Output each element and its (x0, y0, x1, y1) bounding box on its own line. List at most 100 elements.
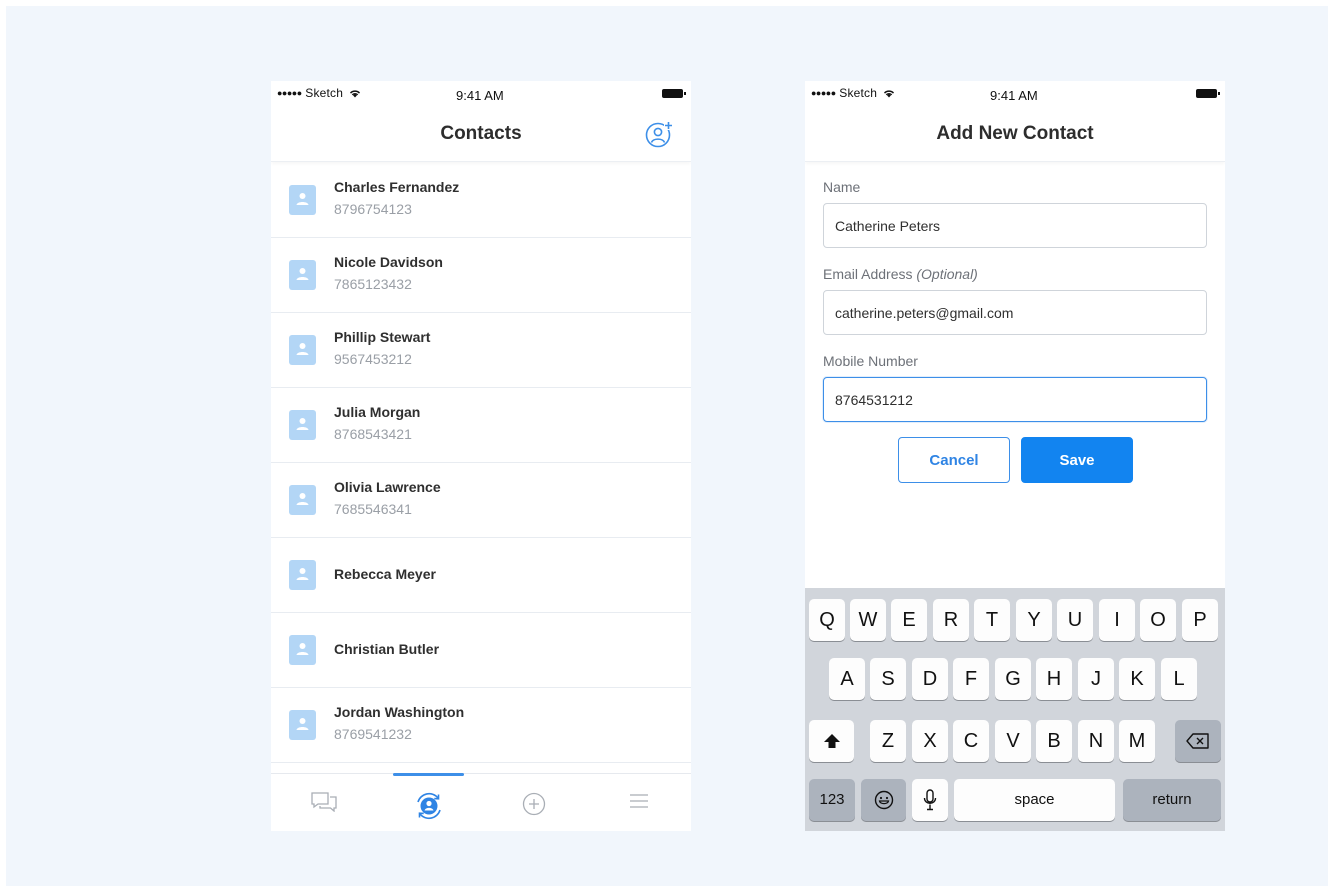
avatar (289, 635, 316, 665)
list-item[interactable]: Rebecca Meyer (271, 538, 691, 613)
email-field[interactable] (823, 290, 1207, 335)
shift-key[interactable] (809, 720, 854, 762)
tab-menu[interactable] (586, 774, 691, 831)
list-item[interactable]: Phillip Stewart 9567453212 (271, 313, 691, 388)
tab-add[interactable] (481, 774, 586, 831)
key-h[interactable]: H (1036, 658, 1072, 700)
key-y[interactable]: Y (1016, 599, 1052, 641)
carrier-name: Sketch (305, 86, 344, 100)
cancel-button[interactable]: Cancel (898, 437, 1010, 483)
list-item[interactable]: Julia Morgan 8768543421 (271, 388, 691, 463)
contact-name: Nicole Davidson (334, 254, 443, 270)
wifi-icon (883, 90, 894, 98)
list-item[interactable]: Olivia Lawrence 7685546341 (271, 463, 691, 538)
tab-contacts[interactable] (376, 773, 481, 831)
key-a[interactable]: A (829, 658, 865, 700)
key-g[interactable]: G (995, 658, 1031, 700)
contact-name: Charles Fernandez (334, 179, 460, 195)
key-l[interactable]: L (1161, 658, 1197, 700)
avatar (289, 335, 316, 365)
contact-name: Christian Butler (334, 641, 440, 657)
backspace-key[interactable] (1175, 720, 1221, 762)
key-t[interactable]: T (974, 599, 1010, 641)
avatar (289, 560, 316, 590)
key-s[interactable]: S (870, 658, 906, 700)
key-w[interactable]: W (850, 599, 886, 641)
backspace-icon (1186, 733, 1209, 749)
chat-icon (310, 792, 337, 812)
key-v[interactable]: V (995, 720, 1031, 762)
contact-phone: 8796754123 (334, 201, 412, 217)
contact-phone: 7865123432 (334, 276, 412, 292)
contact-phone: 7685546341 (334, 501, 412, 517)
contacts-screen: ●●●●● Sketch 9:41 AM Contacts Charles Fe… (271, 81, 691, 831)
navigation-bar: Contacts (271, 105, 691, 162)
page-title: Contacts (440, 123, 522, 144)
key-p[interactable]: P (1182, 599, 1218, 641)
key-q[interactable]: Q (809, 599, 845, 641)
shift-icon (823, 734, 840, 748)
list-item[interactable]: Jordan Washington 8769541232 (271, 688, 691, 763)
space-key[interactable]: space (954, 779, 1115, 821)
key-x[interactable]: X (912, 720, 948, 762)
battery-icon (1196, 89, 1220, 98)
key-r[interactable]: R (933, 599, 969, 641)
person-icon (296, 643, 309, 655)
person-icon (296, 193, 309, 205)
name-field[interactable] (823, 203, 1207, 248)
email-label: Email Address (Optional) (823, 266, 1207, 288)
key-o[interactable]: O (1140, 599, 1176, 641)
navigation-bar: Add New Contact (805, 105, 1225, 162)
add-contact-button[interactable] (645, 120, 673, 148)
person-icon (296, 343, 309, 355)
status-bar: ●●●●● Sketch 9:41 AM (805, 81, 1225, 105)
tab-chats[interactable] (271, 774, 376, 831)
key-n[interactable]: N (1078, 720, 1114, 762)
keyboard: Q W E R T Y U I O P A S D F G H J K L Z … (805, 588, 1225, 831)
key-c[interactable]: C (953, 720, 989, 762)
mobile-field[interactable] (823, 377, 1207, 422)
add-contact-screen: ●●●●● Sketch 9:41 AM Add New Contact Nam… (805, 81, 1225, 831)
contact-name: Jordan Washington (334, 704, 465, 720)
save-button[interactable]: Save (1021, 437, 1133, 483)
key-k[interactable]: K (1119, 658, 1155, 700)
numbers-key[interactable]: 123 (809, 779, 855, 821)
page-title: Add New Contact (936, 123, 1094, 144)
contact-name: Olivia Lawrence (334, 479, 441, 495)
name-label: Name (823, 179, 861, 195)
wifi-icon (349, 90, 360, 98)
add-contact-form: Name Email Address (Optional) Mobile Num… (823, 179, 1207, 440)
avatar (289, 185, 316, 215)
list-item[interactable]: Charles Fernandez 8796754123 (271, 163, 691, 238)
add-circle-icon (522, 792, 545, 816)
key-d[interactable]: D (912, 658, 948, 700)
key-m[interactable]: M (1119, 720, 1155, 762)
contact-list: Charles Fernandez 8796754123 Nicole Davi… (271, 163, 691, 763)
key-b[interactable]: B (1036, 720, 1072, 762)
contact-phone: 8768543421 (334, 426, 412, 442)
key-z[interactable]: Z (870, 720, 906, 762)
person-icon (296, 568, 309, 580)
key-i[interactable]: I (1099, 599, 1135, 641)
signal-dots-icon: ●●●●● (277, 88, 302, 98)
key-e[interactable]: E (891, 599, 927, 641)
list-item[interactable]: Nicole Davidson 7865123432 (271, 238, 691, 313)
contact-name: Rebecca Meyer (334, 566, 436, 582)
contact-phone: 9567453212 (334, 351, 412, 367)
emoji-key[interactable] (861, 779, 906, 821)
list-item[interactable]: Christian Butler (271, 613, 691, 688)
mobile-label: Mobile Number (823, 353, 918, 369)
key-f[interactable]: F (953, 658, 989, 700)
return-key[interactable]: return (1123, 779, 1221, 821)
key-u[interactable]: U (1057, 599, 1093, 641)
tab-bar (271, 773, 691, 831)
menu-icon (629, 794, 648, 808)
person-icon (296, 493, 309, 505)
avatar (289, 710, 316, 740)
optional-hint: (Optional) (916, 266, 978, 282)
add-user-icon (645, 121, 673, 148)
battery-icon (662, 89, 686, 98)
key-j[interactable]: J (1078, 658, 1114, 700)
microphone-key[interactable] (912, 779, 948, 821)
contact-name: Phillip Stewart (334, 329, 431, 345)
